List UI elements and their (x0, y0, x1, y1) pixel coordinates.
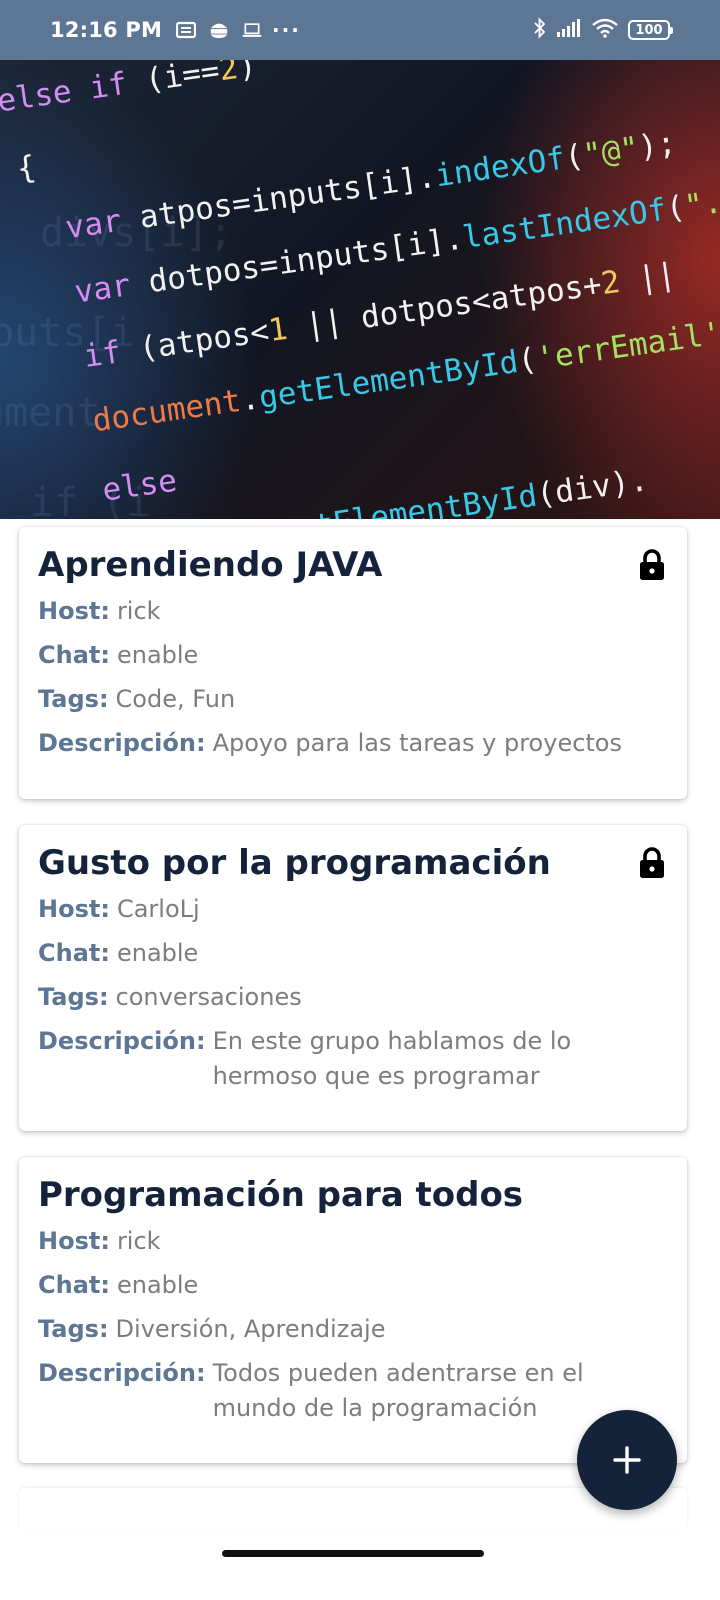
host-label: Host: (38, 895, 110, 923)
chat-value: enable (116, 1271, 199, 1299)
host-row: Host: rick (38, 594, 667, 629)
signal-icon (556, 18, 582, 43)
host-value: rick (116, 597, 161, 625)
tags-row: Tags: Code, Fun (38, 682, 667, 717)
header-code-image: divs[i]; puts[i ument if (i uts[i].lastI… (0, 60, 720, 519)
tags-label: Tags: (38, 983, 109, 1011)
wifi-icon (591, 18, 619, 43)
laptop-notification-icon (242, 21, 262, 39)
chat-label: Chat: (38, 1271, 110, 1299)
tags-value: Code, Fun (115, 685, 236, 713)
description-label: Descripción: (38, 1359, 206, 1387)
lock-icon (640, 847, 664, 878)
tags-row: Tags: Diversión, Aprendizaje (38, 1312, 667, 1347)
group-title: Aprendiendo JAVA (38, 545, 383, 585)
tags-value: conversaciones (115, 983, 302, 1011)
host-row: Host: rick (38, 1224, 667, 1259)
host-value: CarloLj (116, 895, 200, 923)
battery-icon: 100 (628, 20, 673, 40)
host-label: Host: (38, 597, 110, 625)
plus-icon (613, 1446, 641, 1474)
group-title: Programación para todos (38, 1175, 524, 1215)
chat-row: Chat: enable (38, 1268, 667, 1303)
description-row: Descripción: En este grupo hablamos de l… (38, 1024, 667, 1094)
description-label: Descripción: (38, 729, 206, 757)
burger-king-notification-icon (209, 21, 229, 39)
group-card[interactable]: Aprendiendo JAVA Host: rick Chat: enable… (19, 527, 687, 799)
host-row: Host: CarloLj (38, 892, 667, 927)
tags-row: Tags: conversaciones (38, 980, 667, 1015)
description-value: En este grupo hablamos de lo hermoso que… (212, 1027, 572, 1090)
description-value: Todos pueden adentrarse en el mundo de l… (212, 1359, 584, 1422)
more-notifications-icon: ··· (272, 18, 301, 42)
description-value: Apoyo para las tareas y proyectos (212, 729, 622, 757)
bluetooth-icon (533, 16, 547, 44)
notification-icons (176, 21, 262, 39)
tags-label: Tags: (38, 1315, 109, 1343)
system-icons: 100 (533, 16, 673, 44)
chat-row: Chat: enable (38, 936, 667, 971)
status-time: 12:16 PM (50, 18, 163, 42)
chat-value: enable (116, 641, 199, 669)
group-card-partial[interactable] (19, 1488, 687, 1528)
chat-value: enable (116, 939, 199, 967)
message-notification-icon (176, 21, 197, 39)
add-group-button[interactable] (577, 1410, 677, 1510)
group-card[interactable]: Gusto por la programación Host: CarloLj … (19, 825, 687, 1131)
tags-value: Diversión, Aprendizaje (115, 1315, 386, 1343)
chat-label: Chat: (38, 641, 110, 669)
chat-label: Chat: (38, 939, 110, 967)
group-card[interactable]: Programación para todos Host: rick Chat:… (19, 1157, 687, 1463)
status-bar: 12:16 PM ··· 100 (0, 0, 720, 60)
home-indicator[interactable] (222, 1550, 484, 1557)
lock-icon (640, 549, 664, 580)
tags-label: Tags: (38, 685, 109, 713)
description-label: Descripción: (38, 1027, 206, 1055)
description-row: Descripción: Apoyo para las tareas y pro… (38, 726, 667, 761)
description-row: Descripción: Todos pueden adentrarse en … (38, 1356, 667, 1426)
host-value: rick (116, 1227, 161, 1255)
chat-row: Chat: enable (38, 638, 667, 673)
group-title: Gusto por la programación (38, 843, 551, 883)
host-label: Host: (38, 1227, 110, 1255)
